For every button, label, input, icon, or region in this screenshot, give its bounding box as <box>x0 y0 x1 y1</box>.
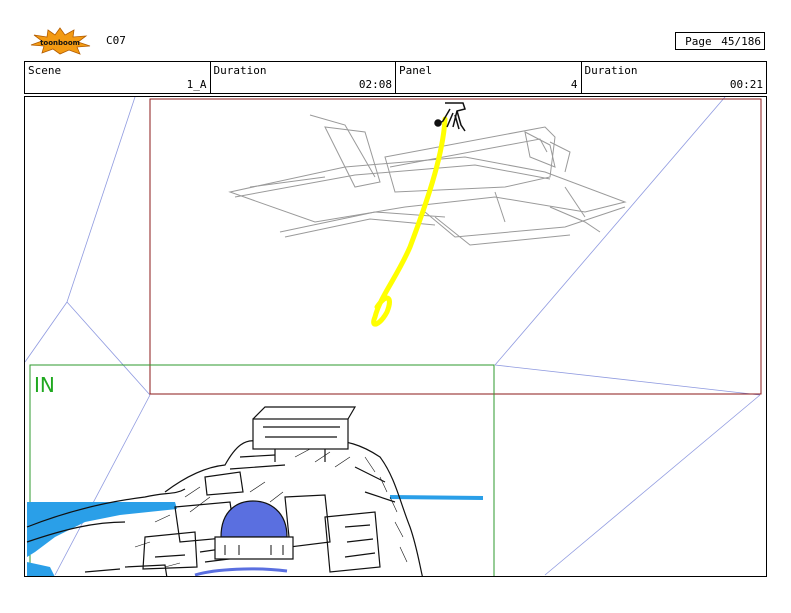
panel-label: Panel <box>399 64 433 77</box>
page-label: Page <box>685 35 712 48</box>
project-code: C07 <box>106 34 126 47</box>
storyboard-panel: IN <box>24 96 767 577</box>
panel-duration-value: 00:21 <box>729 78 763 91</box>
water-left <box>27 502 177 557</box>
hanging-figure <box>434 102 466 132</box>
page-value: 45/186 <box>721 35 761 48</box>
panel-duration-label: Duration <box>584 64 638 77</box>
seaplane-sketch <box>228 114 627 246</box>
scene-label: Scene <box>28 64 62 77</box>
svg-text:toonboom: toonboom <box>40 39 80 47</box>
scene-duration-label: Duration <box>213 64 267 77</box>
water-horizon <box>389 495 484 500</box>
panel-value: 4 <box>570 78 578 91</box>
scene-cell: Scene 1_A <box>25 62 211 93</box>
panel-duration-cell: Duration 00:21 <box>582 62 767 93</box>
rope <box>371 116 448 327</box>
toonboom-logo: toonboom <box>30 27 91 55</box>
in-frame-label: IN <box>34 373 55 397</box>
panel-drawing <box>25 97 762 576</box>
scene-duration-value: 02:08 <box>358 78 392 91</box>
page-counter: Page 45/186 <box>675 32 765 50</box>
scene-duration-cell: Duration 02:08 <box>211 62 396 93</box>
panel-cell: Panel 4 <box>396 62 582 93</box>
storyboard-header: Scene 1_A Duration 02:08 Panel 4 Duratio… <box>24 61 767 94</box>
camera-frame <box>149 98 762 395</box>
scene-value: 1_A <box>186 78 207 91</box>
